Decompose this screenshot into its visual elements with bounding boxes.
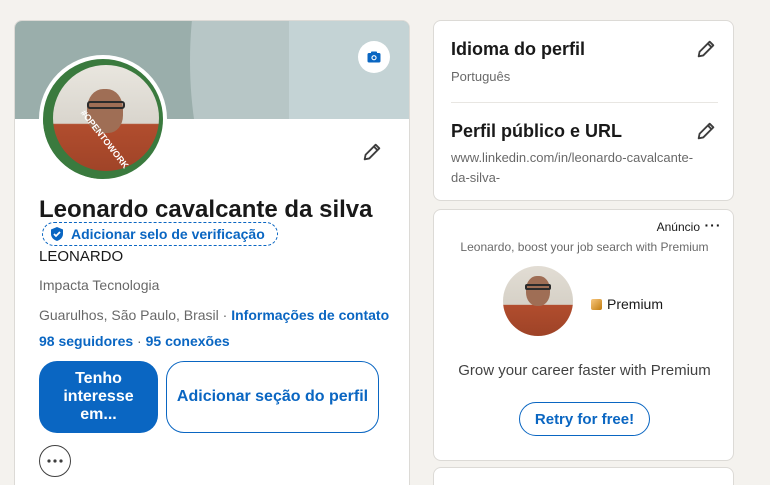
edit-banner-button[interactable] [358,41,390,73]
open-to-button[interactable]: Tenho interesse em... [39,361,158,433]
pencil-icon [697,122,715,140]
shield-check-icon [51,227,63,241]
profile-headline: LEONARDO [39,248,124,265]
camera-icon [367,51,381,63]
separator: · [133,333,146,349]
profile-language-value: Português [451,69,511,84]
profile-name: Leonardo cavalcante da silva [39,196,373,223]
open-to-work-text: #OPENTOWORK [79,108,131,171]
pencil-icon [697,40,715,58]
ad-label: Anúncio [656,220,700,234]
pencil-icon [363,143,381,161]
open-to-work-badge: #OPENTOWORK [43,108,131,179]
profile-company: Impacta Tecnologia [39,277,160,293]
next-sidebar-card [433,467,734,485]
profile-location: Guarulhos, São Paulo, Brasil [39,307,219,323]
banner-decoration-right [289,21,409,119]
add-verification-button[interactable]: Adicionar selo de verificação [42,222,278,246]
edit-language-button[interactable] [694,37,718,61]
premium-ad-card: Anúncio ··· Leonardo, boost your job sea… [433,209,734,461]
premium-icon [591,298,602,310]
avatar [503,266,573,336]
avatar-face [526,276,550,306]
edit-public-url-button[interactable] [694,119,718,143]
public-profile-url: www.linkedin.com/in/leonardo-cavalcante-… [451,150,694,185]
avatar-glasses [525,284,551,290]
contact-info-link[interactable]: Informações de contato [231,307,389,323]
ad-headline: Grow your career faster with Premium [458,362,711,379]
location-row: Guarulhos, São Paulo, Brasil · Informaçõ… [39,307,389,323]
retry-premium-button[interactable]: Retry for free! [519,402,650,436]
connections-link[interactable]: 95 conexões [146,333,230,349]
premium-badge: Premium [591,296,663,312]
public-profile-title: Perfil público e URL [451,121,623,141]
ad-tagline: Leonardo, boost your job search with Pre… [460,240,709,254]
followers-link[interactable]: 98 seguidores [39,333,133,349]
more-actions-button[interactable] [39,445,71,477]
divider [451,102,718,103]
ellipsis-icon [47,459,63,463]
edit-intro-button[interactable] [359,139,385,165]
profile-settings-card: Idioma do perfil Português Perfil públic… [433,20,734,201]
profile-photo[interactable]: #OPENTOWORK [39,55,167,183]
profile-language-title: Idioma do perfil [451,39,586,59]
separator: · [218,307,232,323]
network-row: 98 seguidores · 95 conexões [39,333,230,349]
profile-card: #OPENTOWORK Leonardo cavalcante da silva… [14,20,410,485]
add-profile-section-button[interactable]: Adicionar seção do perfil [166,361,379,433]
ad-options-button[interactable]: ··· [703,215,723,235]
premium-label: Premium [607,296,664,312]
open-to-work-frame: #OPENTOWORK [43,59,163,179]
add-verification-label: Adicionar selo de verificação [71,226,265,242]
